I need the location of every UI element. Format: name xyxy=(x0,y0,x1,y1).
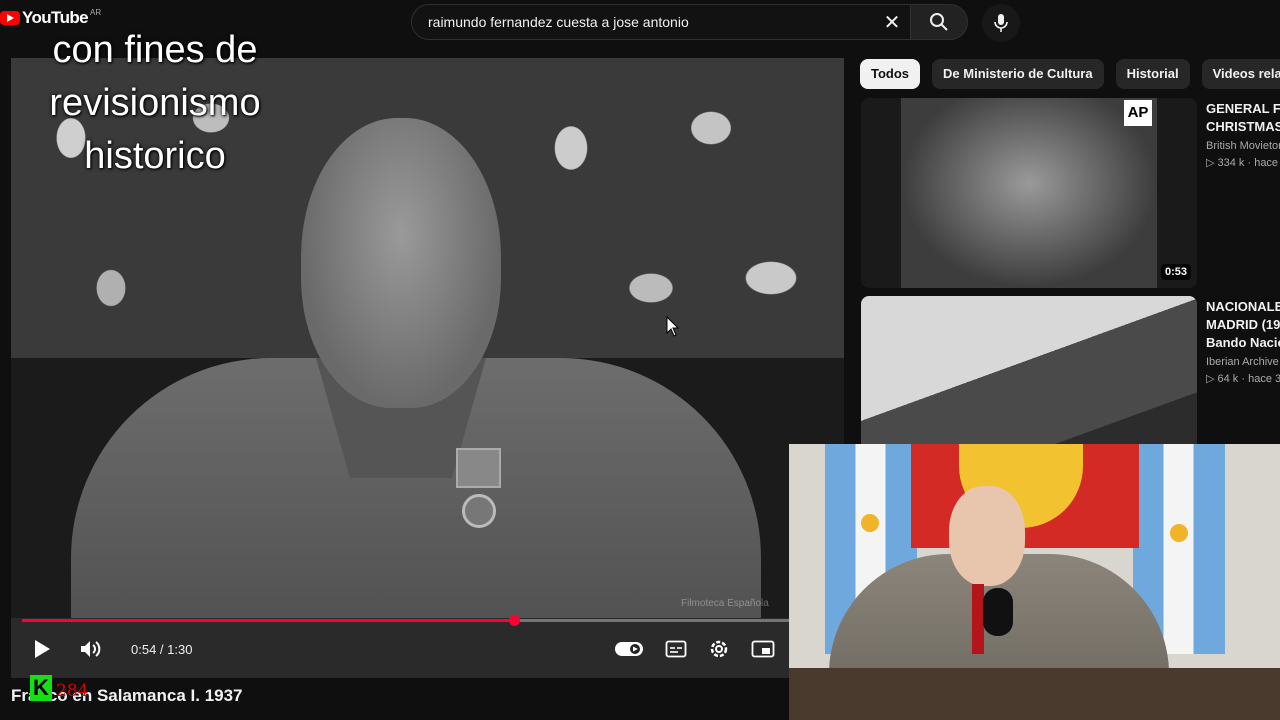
play-button[interactable] xyxy=(29,636,55,662)
volume-button[interactable] xyxy=(77,636,105,662)
search-input[interactable]: raimundo fernandez cuesta a jose antonio xyxy=(428,14,874,30)
video-thumbnail[interactable]: AP 0:53 xyxy=(861,98,1197,288)
overlay-caption-line: historico xyxy=(84,135,226,177)
video-meta: GENERAL FR CHRISTMAS British Movietone ▷… xyxy=(1206,100,1280,169)
video-stats: ▷ 64 k · hace 3 xyxy=(1206,373,1280,385)
duration-badge: 0:53 xyxy=(1160,264,1191,280)
youtube-logo-icon xyxy=(0,11,20,25)
time-total: 1:30 xyxy=(167,642,193,657)
desk-table xyxy=(789,668,1280,720)
chip-ministerio-cultura[interactable]: De Ministerio de Cultura xyxy=(932,59,1104,89)
video-watermark: Filmoteca Española xyxy=(681,598,769,609)
chip-videos-relacionados[interactable]: Videos relacionados xyxy=(1201,59,1280,89)
settings-button[interactable] xyxy=(706,636,732,662)
country-code: AR xyxy=(90,8,102,17)
channel-name[interactable]: Iberian Archive xyxy=(1206,356,1280,368)
video-frame-head xyxy=(301,118,501,408)
ap-badge: AP xyxy=(1124,100,1152,126)
chip-historial[interactable]: Historial xyxy=(1115,59,1190,89)
search-button[interactable] xyxy=(910,4,968,40)
video-meta: NACIONALES MADRID (193 Bando Nacio Iberi… xyxy=(1206,298,1280,385)
video-frame-medal xyxy=(456,448,501,538)
progress-bar[interactable] xyxy=(22,615,842,626)
voice-search-button[interactable] xyxy=(982,4,1020,42)
mouse-cursor-icon xyxy=(666,316,680,337)
overlay-caption-line: revisionismo xyxy=(49,82,261,124)
streamer-badge-letter: K xyxy=(30,675,52,701)
related-video[interactable]: AP 0:53 GENERAL FR CHRISTMAS British Mov… xyxy=(861,98,1280,288)
autoplay-toggle-icon xyxy=(615,642,643,656)
time-separator: / xyxy=(156,642,168,657)
progress-scrubber[interactable] xyxy=(509,615,520,626)
chip-todos[interactable]: Todos xyxy=(860,59,921,89)
time-display: 0:54 / 1:30 xyxy=(131,642,192,657)
video-title-line[interactable]: Bando Nacio xyxy=(1206,334,1280,352)
streamer-badge: K 284 xyxy=(30,675,88,701)
screen: YouTube AR raimundo fernandez cuesta a j… xyxy=(0,0,1280,720)
player-controls: 0:54 / 1:30 xyxy=(11,630,844,670)
subtitles-button[interactable] xyxy=(663,636,689,662)
overlay-caption-line: con fines de xyxy=(52,29,258,71)
video-title-line[interactable]: GENERAL FR xyxy=(1206,100,1280,118)
time-current: 0:54 xyxy=(131,642,157,657)
play-icon xyxy=(35,640,50,658)
thumbnail-image xyxy=(901,98,1157,288)
subtitles-icon xyxy=(665,640,687,658)
miniplayer-button[interactable] xyxy=(750,636,776,662)
video-title-line[interactable]: NACIONALES xyxy=(1206,298,1280,316)
video-title-line[interactable]: MADRID (193 xyxy=(1206,316,1280,334)
video-title-line[interactable]: CHRISTMAS xyxy=(1206,118,1280,136)
video-stats: ▷ 334 k · hace xyxy=(1206,157,1279,169)
miniplayer-icon xyxy=(751,640,775,658)
autoplay-toggle[interactable] xyxy=(613,636,645,662)
flag-sun xyxy=(1170,524,1188,542)
settings-gear-icon xyxy=(710,640,728,658)
search-icon xyxy=(930,13,948,31)
streamer-badge-number: 284 xyxy=(56,681,89,701)
overlay-caption: con fines de revisionismo historico xyxy=(20,24,290,183)
channel-name[interactable]: British Movietone xyxy=(1206,140,1280,152)
mic-icon xyxy=(994,14,1008,32)
search-box[interactable]: raimundo fernandez cuesta a jose antonio… xyxy=(411,4,911,40)
close-icon[interactable]: ✕ xyxy=(874,10,910,35)
filter-chips: Todos De Ministerio de Cultura Historial… xyxy=(860,59,1280,91)
flag-sun xyxy=(861,514,879,532)
streamer-face xyxy=(949,486,1025,586)
volume-icon xyxy=(81,641,101,657)
webcam-overlay xyxy=(789,444,1280,720)
microphone xyxy=(983,588,1013,636)
progress-fill xyxy=(22,619,514,622)
